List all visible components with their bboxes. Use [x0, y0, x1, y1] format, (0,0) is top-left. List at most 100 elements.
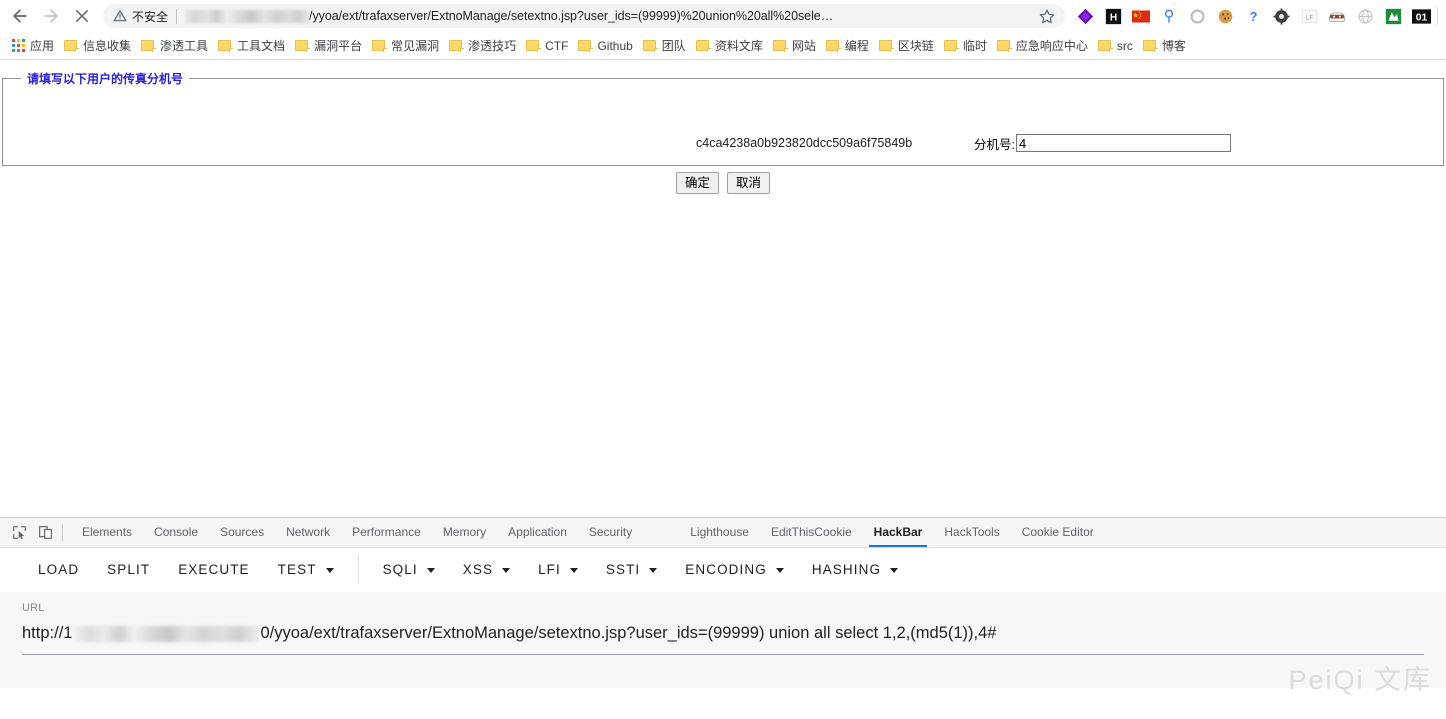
bookmark-item-10[interactable]: 资料文库 — [692, 34, 769, 58]
proxy-switchyomega-icon[interactable] — [1071, 2, 1099, 30]
bookmark-item-4[interactable]: 漏洞平台 — [291, 34, 368, 58]
bookmark-item-2[interactable]: 渗透工具 — [137, 34, 214, 58]
button-label: SQLI — [383, 554, 418, 586]
folder-icon — [696, 39, 710, 52]
bookmark-star-icon[interactable] — [1039, 8, 1055, 24]
hackbar-h-icon[interactable]: H — [1099, 2, 1127, 30]
hackbar-sqli-menu[interactable]: SQLI — [369, 554, 449, 586]
tab-lighthouse[interactable]: Lighthouse — [679, 518, 760, 547]
bookmark-item-7[interactable]: CTF — [522, 34, 574, 58]
lf-icon[interactable]: LF — [1295, 2, 1323, 30]
fax-extension-fieldset: 请填写以下用户的传真分机号 c4ca4238a0b923820dcc509a6f… — [2, 70, 1444, 166]
folder-icon — [997, 39, 1011, 52]
button-label: LOAD — [38, 554, 79, 586]
security-status-label: 不安全 — [132, 8, 168, 25]
hackbar-load-button[interactable]: LOAD — [24, 554, 93, 586]
bookmark-item-13[interactable]: 区块链 — [875, 34, 940, 58]
keyword-pin-icon[interactable] — [1155, 2, 1183, 30]
url-text: /yyoa/ext/trafaxserver/ExtnoManage/setex… — [309, 9, 1033, 23]
url-suffix: 0/yyoa/ext/trafaxserver/ExtnoManage/sete… — [260, 624, 996, 643]
forward-button[interactable] — [37, 2, 65, 30]
tab-sources[interactable]: Sources — [209, 518, 275, 547]
bookmark-item-6[interactable]: 渗透技巧 — [445, 34, 522, 58]
hackbar-panel: LOAD SPLIT EXECUTE TEST SQLI XSS LFI SST… — [0, 548, 1446, 719]
bookmark-label: 应急响应中心 — [1016, 37, 1088, 54]
tab-security[interactable]: Security — [578, 518, 643, 547]
question-mark-icon[interactable]: ? — [1239, 2, 1267, 30]
bookmark-label: 团队 — [662, 37, 686, 54]
bookmark-item-17[interactable]: 博客 — [1139, 34, 1192, 58]
folder-icon — [449, 39, 463, 52]
bookmark-item-8[interactable]: Github — [574, 34, 638, 58]
cookie-icon[interactable] — [1211, 2, 1239, 30]
back-button[interactable] — [6, 2, 34, 30]
bookmark-label: 渗透技巧 — [468, 37, 516, 54]
hackbar-execute-button[interactable]: EXECUTE — [164, 554, 263, 586]
bookmark-item-11[interactable]: 网站 — [769, 34, 822, 58]
tab-memory[interactable]: Memory — [432, 518, 497, 547]
stop-loading-button[interactable] — [68, 2, 96, 30]
masked-robber-icon[interactable] — [1323, 2, 1351, 30]
confirm-button[interactable]: 确定 — [676, 172, 719, 194]
bookmark-item-1[interactable]: 信息收集 — [60, 34, 137, 58]
bookmark-item-5[interactable]: 常见漏洞 — [368, 34, 445, 58]
zero-one-icon[interactable]: 01 — [1407, 2, 1435, 30]
bookmark-label: 渗透工具 — [160, 37, 208, 54]
device-toolbar-icon[interactable] — [32, 520, 58, 546]
bookmark-item-16[interactable]: src — [1094, 34, 1139, 58]
hackbar-xss-menu[interactable]: XSS — [449, 554, 524, 586]
hackbar-toolbar: LOAD SPLIT EXECUTE TEST SQLI XSS LFI SST… — [0, 548, 1446, 592]
hackbar-test-menu[interactable]: TEST — [264, 554, 348, 586]
hackbar-split-button[interactable]: SPLIT — [93, 554, 164, 586]
url-field-value[interactable]: http://1 0/yyoa/ext/trafaxserver/ExtnoMa… — [22, 620, 1424, 646]
extension-number-input[interactable] — [1016, 134, 1231, 152]
inspect-element-icon[interactable] — [6, 520, 32, 546]
tab-editthiscookie[interactable]: EditThisCookie — [760, 518, 863, 547]
page-viewport: 请填写以下用户的传真分机号 c4ca4238a0b923820dcc509a6f… — [0, 64, 1446, 517]
hackbar-url-field[interactable]: URL http://1 0/yyoa/ext/trafaxserver/Ext… — [0, 592, 1446, 688]
devtools-divider — [62, 524, 63, 541]
china-flag-icon[interactable] — [1127, 2, 1155, 30]
folder-icon — [218, 39, 232, 52]
bookmark-item-15[interactable]: 应急响应中心 — [993, 34, 1094, 58]
cancel-button[interactable]: 取消 — [727, 172, 770, 194]
hackbar-lfi-menu[interactable]: LFI — [524, 554, 592, 586]
extension-number-label: 分机号: — [974, 134, 1015, 153]
tab-performance[interactable]: Performance — [341, 518, 432, 547]
tab-hackbar[interactable]: HackBar — [863, 518, 934, 547]
tab-application[interactable]: Application — [497, 518, 578, 547]
tab-console[interactable]: Console — [143, 518, 209, 547]
tab-elements[interactable]: Elements — [71, 518, 143, 547]
hackbar-ssti-menu[interactable]: SSTI — [592, 554, 671, 586]
gray-ring-icon[interactable] — [1183, 2, 1211, 30]
tab-cookie-editor[interactable]: Cookie Editor — [1011, 518, 1105, 547]
folder-icon — [578, 39, 592, 52]
chevron-down-icon — [649, 568, 657, 573]
tab-network[interactable]: Network — [275, 518, 341, 547]
bookmark-label: 工具文档 — [237, 37, 285, 54]
browser-toolbar: 不安全 /yyoa/ext/trafaxserver/ExtnoManage/s… — [0, 0, 1446, 32]
button-label: ENCODING — [685, 554, 767, 586]
dark-gear-icon[interactable] — [1267, 2, 1295, 30]
address-bar[interactable]: 不安全 /yyoa/ext/trafaxserver/ExtnoManage/s… — [103, 4, 1065, 28]
devtools-tabbar: Elements Console Sources Network Perform… — [0, 518, 1446, 548]
hackbar-hashing-menu[interactable]: HASHING — [798, 554, 912, 586]
bookmark-item-apps[interactable]: 应用 — [8, 34, 60, 58]
bookmark-item-3[interactable]: 工具文档 — [214, 34, 291, 58]
gray-globe-icon[interactable] — [1351, 2, 1379, 30]
bookmark-label: 博客 — [1162, 37, 1186, 54]
folder-icon — [1098, 39, 1112, 52]
tab-hacktools[interactable]: HackTools — [933, 518, 1010, 547]
omnibox-divider — [176, 9, 177, 24]
bookmark-item-12[interactable]: 编程 — [822, 34, 875, 58]
hackbar-encoding-menu[interactable]: ENCODING — [671, 554, 798, 586]
chevron-down-icon — [326, 568, 334, 573]
redacted-host — [73, 626, 259, 642]
toolbar-divider — [1437, 7, 1438, 25]
chevron-down-icon — [427, 568, 435, 573]
green-map-icon[interactable] — [1379, 2, 1407, 30]
bookmark-item-14[interactable]: 临时 — [940, 34, 993, 58]
bookmark-item-9[interactable]: 团队 — [639, 34, 692, 58]
devtools-panel: Elements Console Sources Network Perform… — [0, 517, 1446, 719]
button-label: LFI — [538, 554, 561, 586]
